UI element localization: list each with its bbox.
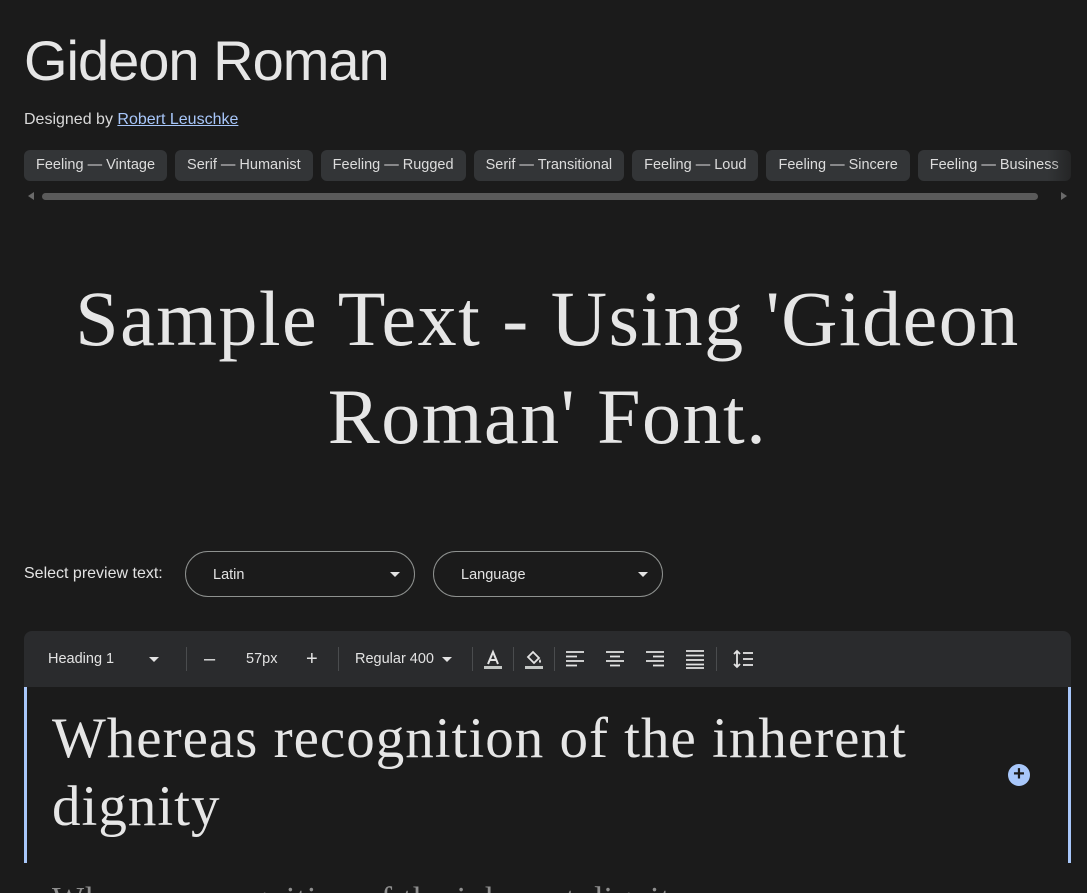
scroll-left-arrow-icon[interactable] <box>28 192 34 200</box>
script-select[interactable]: Latin <box>185 551 415 597</box>
scroll-thumb[interactable] <box>42 193 1038 200</box>
script-select-value: Latin <box>213 567 245 583</box>
chevron-down-icon <box>442 656 452 662</box>
editor-toolbar: Heading 1 – 57px + Regular 400 <box>24 631 1071 687</box>
toolbar-divider <box>554 647 555 671</box>
next-preview-text: Whereas recognition of the inherent dign… <box>52 881 689 893</box>
text-color-icon[interactable] <box>482 631 504 687</box>
align-right-icon[interactable] <box>644 631 666 687</box>
tag-chip[interactable]: Serif — Transitional <box>473 150 625 181</box>
tag-list-fade <box>1047 150 1087 182</box>
add-block-icon[interactable]: + <box>1008 764 1030 786</box>
toolbar-divider <box>716 647 717 671</box>
designed-by-label: Designed by <box>24 111 113 128</box>
chevron-down-icon <box>149 656 160 662</box>
font-weight-dropdown[interactable]: Regular 400 <box>355 631 452 687</box>
tag-chip[interactable]: Serif — Humanist <box>175 150 313 181</box>
increase-size-button[interactable]: + <box>306 631 318 687</box>
editor-text[interactable]: Whereas recognition of the inherent dign… <box>52 705 932 841</box>
font-weight-value: Regular 400 <box>355 651 434 667</box>
tag-chip[interactable]: Feeling — Loud <box>632 150 759 181</box>
text-editor[interactable]: Whereas recognition of the inherent dign… <box>24 687 1071 863</box>
toolbar-divider <box>338 647 339 671</box>
line-height-icon[interactable] <box>732 631 754 687</box>
preview-text-label: Select preview text: <box>24 565 163 582</box>
font-size-value[interactable]: 57px <box>246 631 277 687</box>
tag-chip[interactable]: Feeling — Vintage <box>24 150 168 181</box>
decrease-size-button[interactable]: – <box>204 631 215 687</box>
text-style-dropdown[interactable]: Heading 1 <box>48 631 160 687</box>
language-select[interactable]: Language <box>433 551 663 597</box>
scroll-right-arrow-icon[interactable] <box>1061 192 1067 200</box>
chevron-down-icon <box>638 572 648 577</box>
sample-text: Sample Text - Using 'Gideon Roman' Font. <box>75 275 1020 460</box>
align-center-icon[interactable] <box>604 631 626 687</box>
chevron-down-icon <box>390 572 400 577</box>
align-left-icon[interactable] <box>564 631 586 687</box>
tag-scrollbar[interactable] <box>24 190 1071 203</box>
text-style-value: Heading 1 <box>48 651 115 667</box>
tag-chip[interactable]: Feeling — Rugged <box>320 150 466 181</box>
toolbar-divider <box>186 647 187 671</box>
tag-chip[interactable]: Feeling — Sincere <box>766 150 910 181</box>
toolbar-divider <box>472 647 473 671</box>
align-justify-icon[interactable] <box>684 631 706 687</box>
designer-link[interactable]: Robert Leuschke <box>117 111 238 128</box>
next-preview-line: Whereas recognition of the inherent dign… <box>52 877 852 893</box>
highlight-color-icon[interactable] <box>523 631 545 687</box>
designer-line: Designed by Robert Leuschke <box>24 111 238 129</box>
language-select-value: Language <box>461 567 526 583</box>
toolbar-divider <box>513 647 514 671</box>
font-title: Gideon Roman <box>24 29 390 92</box>
tag-list: Feeling — Vintage Serif — Humanist Feeli… <box>24 150 1087 182</box>
